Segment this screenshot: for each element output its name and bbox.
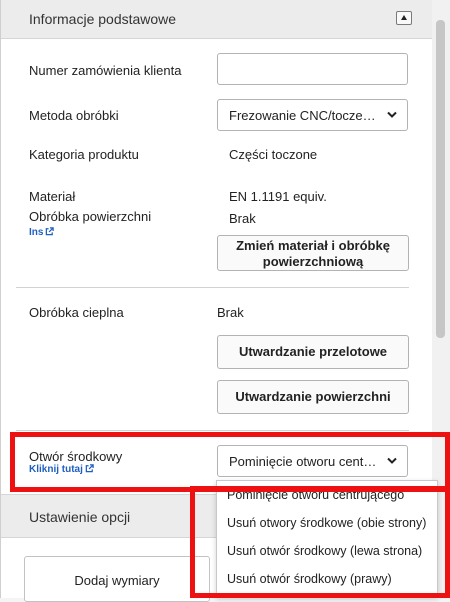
- divider: [16, 287, 409, 288]
- ins-link-text: Ins: [29, 227, 44, 238]
- options-section-title: Ustawienie opcji: [29, 509, 131, 525]
- external-link-icon: [85, 464, 94, 473]
- heat-treatment-value: Brak: [217, 305, 244, 320]
- through-hardening-button[interactable]: Utwardzanie przelotowe: [217, 335, 409, 369]
- surface-treatment-label: Obróbka powierzchni: [29, 209, 152, 224]
- material-value: EN 1.1191 equiv.: [229, 189, 327, 204]
- center-hole-label: Otwór środkowy: [29, 449, 123, 464]
- heat-treatment-label: Obróbka cieplna: [29, 305, 124, 320]
- collapse-section-button[interactable]: [396, 11, 412, 25]
- dropdown-option[interactable]: Pominięcie otworu centrującego: [227, 488, 404, 502]
- scrollbar-thumb[interactable]: [436, 20, 445, 338]
- chevron-down-icon: [387, 457, 397, 464]
- center-hole-dropdown: Pominięcie otworu centrującego Usuń otwo…: [216, 480, 438, 597]
- processing-method-value: Frezowanie CNC/tocze…: [229, 108, 376, 123]
- change-material-button[interactable]: Zmień materiał i obróbkę powierzchniową: [217, 235, 409, 271]
- change-material-line1: Zmień materiał i obróbkę: [236, 238, 390, 253]
- basic-info-title: Informacje podstawowe: [29, 11, 177, 27]
- order-number-label: Numer zamówienia klienta: [29, 63, 182, 78]
- click-here-text: Kliknij tutaj: [29, 464, 83, 475]
- basic-info-header: Informacje podstawowe: [1, 0, 433, 39]
- processing-method-label: Metoda obróbki: [29, 108, 119, 123]
- surface-hardening-button[interactable]: Utwardzanie powierzchni: [217, 380, 409, 414]
- add-dimensions-button[interactable]: Dodaj wymiary: [24, 556, 210, 602]
- center-hole-select[interactable]: Pominięcie otworu cent…: [217, 445, 408, 477]
- ins-link[interactable]: Ins: [29, 227, 55, 238]
- dropdown-option[interactable]: Usuń otwór środkowy (lewa strona): [227, 544, 422, 558]
- product-category-value: Części toczone: [229, 147, 318, 162]
- dropdown-option[interactable]: Usuń otwory środkowe (obie strony): [227, 516, 426, 530]
- options-section-header: Ustawienie opcji: [1, 494, 217, 538]
- dropdown-option[interactable]: Usuń otwór środkowy (prawy): [227, 572, 392, 586]
- change-material-line2: powierzchniową: [262, 254, 364, 269]
- center-hole-value: Pominięcie otworu cent…: [229, 454, 377, 469]
- order-number-input[interactable]: [217, 53, 408, 85]
- surface-treatment-value: Brak: [229, 211, 256, 226]
- material-label: Materiał: [29, 189, 76, 204]
- chevron-down-icon: [387, 111, 397, 118]
- product-category-label: Kategoria produktu: [29, 147, 139, 162]
- external-link-icon: [46, 227, 55, 236]
- click-here-link[interactable]: Kliknij tutaj: [29, 464, 94, 475]
- processing-method-select[interactable]: Frezowanie CNC/tocze…: [217, 99, 408, 131]
- divider: [16, 430, 409, 431]
